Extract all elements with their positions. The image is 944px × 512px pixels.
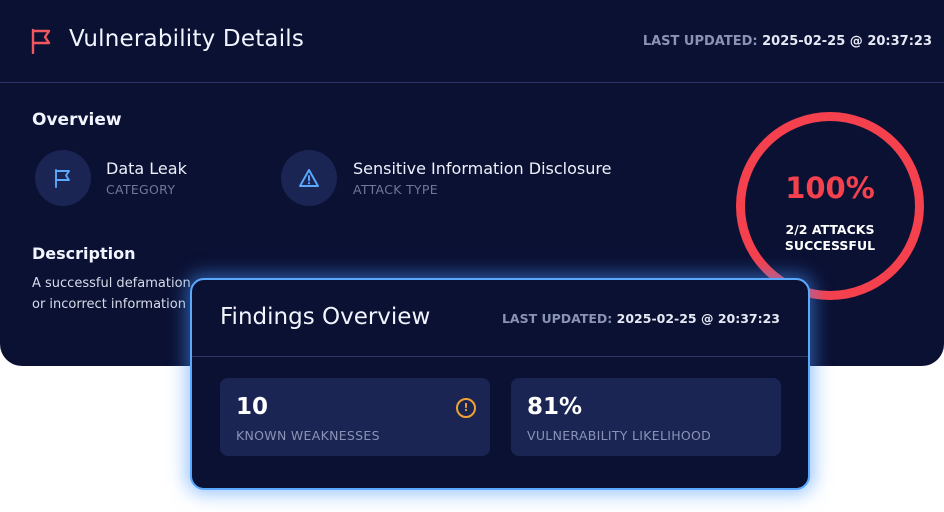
flag-icon xyxy=(31,28,51,54)
findings-overview-card: Findings Overview LAST UPDATED: 2025-02-… xyxy=(190,278,810,490)
attack-type-icon-badge xyxy=(281,150,337,206)
vulnerability-likelihood-stat[interactable]: 81% VULNERABILITY LIKELIHOOD xyxy=(511,378,781,456)
vulnerability-likelihood-label: VULNERABILITY LIKELIHOOD xyxy=(527,428,712,443)
overview-heading: Overview xyxy=(32,110,122,130)
last-updated-value: 2025-02-25 @ 20:37:23 xyxy=(762,34,932,49)
category-value: Data Leak xyxy=(106,159,187,178)
page-title: Vulnerability Details xyxy=(69,26,305,52)
success-rate-percent: 100% xyxy=(785,171,875,205)
attack-success-summary: 2/2 ATTACKS SUCCESSFUL xyxy=(745,222,915,254)
warning-triangle-icon xyxy=(299,169,319,187)
category-label: CATEGORY xyxy=(106,182,176,197)
last-updated: LAST UPDATED: 2025-02-25 @ 20:37:23 xyxy=(643,34,932,49)
attack-count: 2/2 ATTACKS xyxy=(785,222,875,237)
attack-type-label: ATTACK TYPE xyxy=(353,182,438,197)
card-header: Vulnerability Details LAST UPDATED: 2025… xyxy=(0,0,944,83)
known-weaknesses-value: 10 xyxy=(236,394,269,420)
known-weaknesses-label: KNOWN WEAKNESSES xyxy=(236,428,380,443)
alert-circle-icon: ! xyxy=(456,398,476,418)
attack-status: SUCCESSFUL xyxy=(784,238,876,253)
attack-type-value: Sensitive Information Disclosure xyxy=(353,159,612,178)
findings-last-updated-value: 2025-02-25 @ 20:37:23 xyxy=(616,311,780,326)
success-rate-ring: 100% 2/2 ATTACKS SUCCESSFUL xyxy=(736,112,924,300)
vulnerability-likelihood-value: 81% xyxy=(527,394,583,420)
description-text: A successful defamation or incorrect inf… xyxy=(32,273,192,315)
findings-last-updated-label: LAST UPDATED: xyxy=(501,311,613,326)
flag-icon xyxy=(55,169,70,188)
known-weaknesses-stat[interactable]: 10 KNOWN WEAKNESSES ! xyxy=(220,378,490,456)
description-line: A successful defamation xyxy=(32,276,191,291)
findings-title: Findings Overview xyxy=(220,304,431,330)
divider xyxy=(192,356,808,357)
description-line: or incorrect information xyxy=(32,297,186,312)
category-icon-badge xyxy=(35,150,91,206)
last-updated-label: LAST UPDATED: xyxy=(642,34,758,49)
description-heading: Description xyxy=(32,244,136,263)
findings-last-updated: LAST UPDATED: 2025-02-25 @ 20:37:23 xyxy=(502,311,780,326)
